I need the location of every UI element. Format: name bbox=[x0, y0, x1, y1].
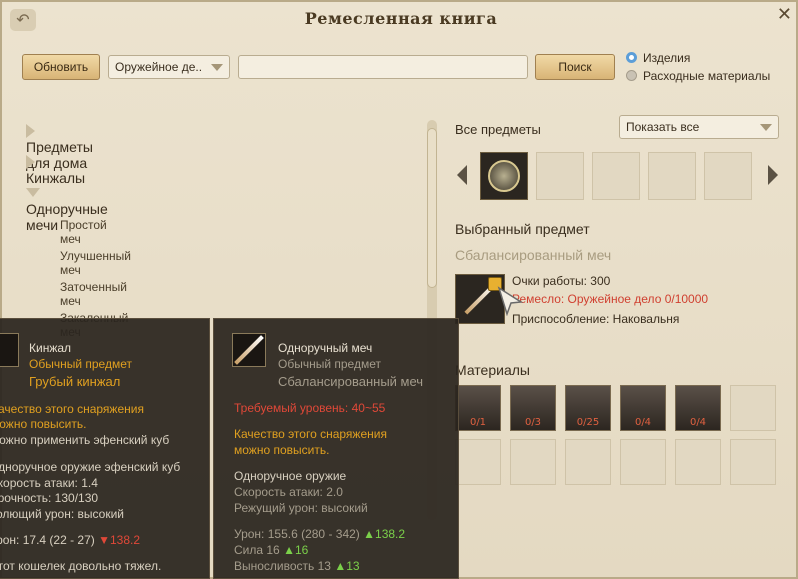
search-button[interactable]: Поиск bbox=[535, 54, 615, 80]
material-count: 0/4 bbox=[689, 417, 707, 428]
tooltip-quality-2: можно повысить. bbox=[234, 443, 330, 457]
tooltip-strength: Сила 16 ▲16 bbox=[234, 543, 308, 557]
tooltip-flavor: Этот кошелек довольно тяжел. bbox=[0, 559, 162, 573]
tooltip-name: Грубый кинжал bbox=[29, 374, 121, 389]
expand-arrow-icon bbox=[26, 155, 35, 169]
all-items-label: Все предметы bbox=[455, 122, 541, 137]
radio-items-label: Изделия bbox=[643, 51, 691, 65]
item-slot[interactable] bbox=[648, 152, 696, 200]
tree-item-sharpened-sword[interactable]: Заточенный меч bbox=[60, 280, 127, 308]
material-slot[interactable] bbox=[565, 439, 611, 485]
title-bar: ↶ Ремесленная книга ✕ bbox=[2, 2, 796, 38]
material-count: 0/3 bbox=[524, 417, 542, 428]
material-slot[interactable]: 0/4 bbox=[620, 385, 666, 431]
tooltip-damage-diff: ▲138.2 bbox=[363, 527, 406, 541]
material-count: 0/1 bbox=[469, 417, 487, 428]
refresh-button[interactable]: Обновить bbox=[22, 54, 100, 80]
item-slot-selected[interactable] bbox=[480, 152, 528, 200]
expand-arrow-icon bbox=[26, 124, 35, 138]
item-slot[interactable] bbox=[536, 152, 584, 200]
window-title: Ремесленная книга bbox=[304, 9, 498, 28]
scrollbar-thumb[interactable] bbox=[427, 128, 437, 288]
tooltip-type: Кинжал bbox=[29, 341, 72, 355]
material-slot[interactable]: 0/4 bbox=[675, 385, 721, 431]
prev-page-icon[interactable] bbox=[457, 165, 467, 185]
next-page-icon[interactable] bbox=[768, 165, 778, 185]
cursor-icon bbox=[497, 286, 524, 316]
material-slot[interactable]: 0/3 bbox=[510, 385, 556, 431]
round-shield-icon bbox=[488, 160, 520, 192]
tooltip-speed: Скорость атаки: 1.4 bbox=[0, 476, 98, 490]
tooltip-damage: Урон: 17.4 (22 - 27) ▼138.2 bbox=[0, 533, 140, 547]
category-select-value: Оружейное де.. bbox=[115, 60, 203, 74]
radio-consumables-label: Расходные материалы bbox=[643, 69, 771, 83]
tooltip-equipped-item: Кинжал Обычный предмет Грубый кинжал Кач… bbox=[0, 318, 210, 579]
material-slot[interactable] bbox=[455, 439, 501, 485]
sword-icon bbox=[232, 333, 266, 367]
tooltip-stamina-value: Выносливость 13 bbox=[234, 559, 331, 573]
tooltip-quality: Качество этого снаряжения bbox=[234, 427, 387, 441]
tooltip-weapon-type: Одноручное оружие bbox=[234, 469, 347, 483]
tooltip-weapon-type: Одноручное оружие эфенский куб bbox=[0, 460, 181, 474]
craft-requirement: Ремесло: Оружейное дело 0/10000 bbox=[512, 292, 709, 306]
device-requirement: Приспособление: Наковальня bbox=[512, 312, 680, 326]
tooltip-durability: Прочность: 130/130 bbox=[0, 491, 99, 505]
radio-consumables[interactable]: Расходные материалы bbox=[626, 69, 770, 83]
tooltip-level-req: Требуемый уровень: 40~55 bbox=[234, 401, 386, 415]
tooltip-type: Одноручный меч bbox=[278, 341, 373, 355]
item-slot[interactable] bbox=[592, 152, 640, 200]
material-slot[interactable] bbox=[675, 439, 721, 485]
tooltip-cube: Можно применить эфенский куб bbox=[0, 433, 170, 447]
tooltip-speed: Скорость атаки: 2.0 bbox=[234, 485, 343, 499]
tooltip-damage-type: Режущий урон: высокий bbox=[234, 501, 368, 515]
tooltip-grade: Обычный предмет bbox=[29, 357, 132, 371]
tree-category-daggers[interactable]: Кинжалы bbox=[26, 154, 85, 186]
tooltip-damage-value: Урон: 17.4 (22 - 27) bbox=[0, 533, 95, 547]
tooltip-damage-value: Урон: 155.6 (280 - 342) bbox=[234, 527, 360, 541]
material-slot[interactable] bbox=[730, 385, 776, 431]
material-slot[interactable] bbox=[730, 439, 776, 485]
dagger-icon bbox=[0, 333, 19, 367]
tooltip-strength-value: Сила 16 bbox=[234, 543, 280, 557]
tooltip-quality: Качество этого снаряжения bbox=[0, 402, 144, 416]
materials-label: Материалы bbox=[455, 362, 530, 378]
close-icon[interactable]: ✕ bbox=[777, 4, 792, 25]
tree-category-label: Кинжалы bbox=[26, 170, 86, 186]
tooltip-strength-diff: ▲16 bbox=[283, 543, 309, 557]
tooltip-damage: Урон: 155.6 (280 - 342) ▲138.2 bbox=[234, 527, 405, 541]
tooltip-stamina-diff: ▲13 bbox=[334, 559, 360, 573]
tooltip-damage-type: Колющий урон: высокий bbox=[0, 507, 124, 521]
tooltip-name: Сбалансированный меч bbox=[278, 374, 424, 389]
tooltip-damage-diff: ▼138.2 bbox=[98, 533, 141, 547]
selected-item-name: Сбалансированный меч bbox=[455, 247, 612, 263]
material-slot[interactable] bbox=[510, 439, 556, 485]
tooltip-stamina: Выносливость 13 ▲13 bbox=[234, 559, 360, 573]
radio-items[interactable]: Изделия bbox=[626, 51, 690, 65]
material-count: 0/25 bbox=[576, 417, 600, 428]
filter-select[interactable]: Показать все bbox=[619, 115, 779, 139]
tree-item-improved-sword[interactable]: Улучшенный меч bbox=[60, 249, 131, 277]
material-slot[interactable] bbox=[620, 439, 666, 485]
tooltip-quality-2: можно повысить. bbox=[0, 417, 87, 431]
item-slot[interactable] bbox=[704, 152, 752, 200]
tooltip-selected-item: Одноручный меч Обычный предмет Сбалансир… bbox=[213, 318, 459, 579]
radio-selected-icon bbox=[626, 52, 637, 63]
search-input[interactable] bbox=[238, 55, 528, 79]
chevron-down-icon bbox=[211, 64, 223, 71]
chevron-down-icon bbox=[760, 124, 772, 131]
material-slot[interactable]: 0/1 bbox=[455, 385, 501, 431]
radio-unselected-icon bbox=[626, 70, 637, 81]
tooltip-grade: Обычный предмет bbox=[278, 357, 381, 371]
filter-select-value: Показать все bbox=[626, 120, 700, 134]
material-count: 0/4 bbox=[634, 417, 652, 428]
material-slot[interactable]: 0/25 bbox=[565, 385, 611, 431]
work-points: Очки работы: 300 bbox=[512, 274, 611, 288]
back-arrow-icon[interactable]: ↶ bbox=[10, 9, 36, 31]
collapse-arrow-icon bbox=[26, 188, 40, 197]
category-select[interactable]: Оружейное де.. bbox=[108, 55, 230, 79]
tree-item-simple-sword[interactable]: Простой меч bbox=[60, 218, 107, 246]
selected-item-label: Выбранный предмет bbox=[455, 221, 590, 237]
